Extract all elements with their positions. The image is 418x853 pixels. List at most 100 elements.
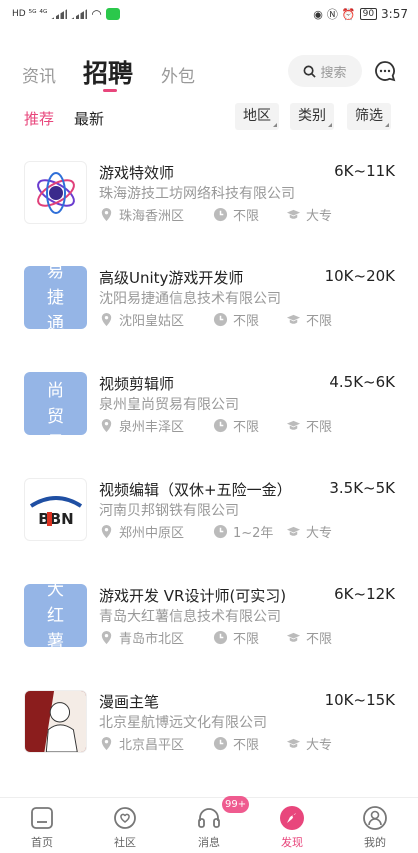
job-experience: 不限 (213, 416, 259, 435)
experience-text: 不限 (233, 314, 260, 329)
job-location: 珠海香洲区 (99, 205, 184, 224)
education-text: 大专 (306, 526, 333, 541)
location-icon (99, 418, 114, 433)
job-card[interactable]: BBN 视频编辑（双休+五险一金） 3.5K~5K 河南贝邦钢铁有限公司 郑州中原区 1~… (0, 478, 418, 578)
region-dropdown[interactable]: 地区 (235, 103, 279, 130)
tab-jobs[interactable]: 招聘 (83, 54, 133, 90)
nav-community[interactable]: 社区 (95, 804, 155, 850)
graduation-cap-icon (286, 736, 301, 751)
job-location: 泉州丰泽区 (99, 416, 184, 435)
job-location: 北京昌平区 (99, 734, 184, 753)
search-button[interactable]: 搜索 (288, 55, 362, 87)
battery-icon: 90 (359, 8, 378, 20)
location-text: 珠海香洲区 (119, 209, 185, 224)
nav-home[interactable]: 首页 (12, 804, 72, 850)
graduation-cap-icon (286, 312, 301, 327)
company-name: 河南贝邦钢铁有限公司 (99, 503, 239, 519)
education-text: 大专 (306, 738, 333, 753)
experience-text: 1~2年 (233, 526, 274, 541)
job-card[interactable]: 皇尚贸易视频剪辑师 4.5K~6K 泉州皇尚贸易有限公司泉州丰泽区 不限 不限 (0, 372, 418, 472)
headset-icon (198, 808, 220, 828)
graduation-cap-icon (286, 524, 301, 539)
filter-recommend[interactable]: 推荐 (24, 108, 54, 129)
location-text: 泉州丰泽区 (119, 420, 185, 435)
job-education: 大专 (286, 522, 332, 541)
job-title[interactable]: 漫画主笔 (99, 691, 159, 712)
company-logo (24, 161, 87, 224)
profile-icon (363, 806, 387, 830)
education-text: 不限 (306, 314, 333, 329)
clock-icon (213, 524, 228, 539)
nav-community-label: 社区 (114, 836, 136, 849)
nav-mine-label: 我的 (364, 836, 386, 849)
community-icon (114, 807, 136, 829)
nav-discover[interactable]: 发现 (262, 804, 322, 850)
education-text: 大专 (306, 209, 333, 224)
job-salary: 4.5K~6K (329, 373, 395, 391)
clock-icon (213, 207, 228, 222)
location-icon (99, 630, 114, 645)
tab-news[interactable]: 资讯 (22, 62, 56, 87)
nav-home-label: 首页 (31, 836, 53, 849)
experience-text: 不限 (233, 738, 260, 753)
job-card[interactable]: 易捷通高级Unity游戏开发师 10K~20K 沈阳易捷通信息技术有限公司沈阳皇姑区… (0, 266, 418, 366)
clock-icon (213, 418, 228, 433)
location-icon (99, 207, 114, 222)
filter-bar: 推荐 最新 地区 类别 筛选 (0, 103, 418, 133)
job-location: 青岛市北区 (99, 628, 184, 647)
wechat-icon (105, 8, 120, 20)
rocket-icon (280, 806, 304, 830)
job-title[interactable]: 视频剪辑师 (99, 373, 174, 394)
bottom-nav: 首页 社区 消息 99+ 发现 我的 (0, 796, 418, 853)
home-icon (31, 807, 53, 829)
filter-latest[interactable]: 最新 (74, 108, 104, 129)
location-icon (99, 312, 114, 327)
job-experience: 不限 (213, 310, 259, 329)
job-location: 沈阳皇姑区 (99, 310, 184, 329)
experience-text: 不限 (233, 632, 260, 647)
location-text: 沈阳皇姑区 (119, 314, 185, 329)
company-name: 泉州皇尚贸易有限公司 (99, 397, 239, 413)
job-education: 不限 (286, 310, 332, 329)
category-dropdown[interactable]: 类别 (290, 103, 334, 130)
job-card[interactable]: 漫画主笔 10K~15K 北京星航博远文化有限公司 北京昌平区 不限 大专 (0, 690, 418, 790)
experience-text: 不限 (233, 420, 260, 435)
clock-icon (213, 630, 228, 645)
tab-outsource[interactable]: 外包 (161, 62, 195, 87)
filter-dropdown[interactable]: 筛选 (347, 103, 391, 130)
wifi-icon: ◠ (91, 7, 102, 21)
company-name: 青岛大红薯信息技术有限公司 (99, 609, 281, 625)
company-name: 北京星航博远文化有限公司 (99, 715, 267, 731)
job-salary: 6K~11K (334, 162, 395, 180)
network-indicator: HD ⁵ᴳ ⁴ᴳ (12, 9, 48, 19)
nfc-icon: Ⓝ (326, 8, 338, 21)
job-title[interactable]: 游戏特效师 (99, 162, 174, 183)
job-salary: 10K~20K (324, 267, 395, 285)
job-card[interactable]: 游戏特效师 6K~11K 珠海游技工坊网络科技有限公司 珠海香洲区 不限 大专 (0, 161, 418, 261)
nav-mine[interactable]: 我的 (345, 804, 405, 850)
job-education: 大专 (286, 734, 332, 753)
job-experience: 不限 (213, 734, 259, 753)
company-logo: 易捷通 (24, 266, 87, 329)
company-logo (24, 690, 87, 753)
location-text: 北京昌平区 (119, 738, 185, 753)
location-text: 郑州中原区 (119, 526, 185, 541)
search-icon (304, 65, 317, 78)
company-logo: BBN (24, 478, 87, 541)
graduation-cap-icon (286, 630, 301, 645)
job-title[interactable]: 游戏开发 VR设计师(可实习) (99, 585, 286, 606)
nav-messages-label: 消息 (198, 836, 220, 849)
clock-icon (213, 736, 228, 751)
company-name: 沈阳易捷通信息技术有限公司 (99, 291, 281, 307)
chat-icon[interactable] (373, 59, 397, 83)
education-text: 不限 (306, 420, 333, 435)
clock-time: 3:57 (381, 7, 408, 21)
job-education: 大专 (286, 205, 332, 224)
job-title[interactable]: 高级Unity游戏开发师 (99, 267, 243, 288)
company-logo: 皇尚贸易 (24, 372, 87, 435)
job-title[interactable]: 视频编辑（双休+五险一金） (99, 479, 292, 500)
job-experience: 1~2年 (213, 522, 273, 541)
education-text: 不限 (306, 632, 333, 647)
search-placeholder: 搜索 (320, 65, 347, 81)
job-card[interactable]: 大红薯游戏开发 VR设计师(可实习) 6K~12K 青岛大红薯信息技术有限公司 青岛市… (0, 584, 418, 684)
